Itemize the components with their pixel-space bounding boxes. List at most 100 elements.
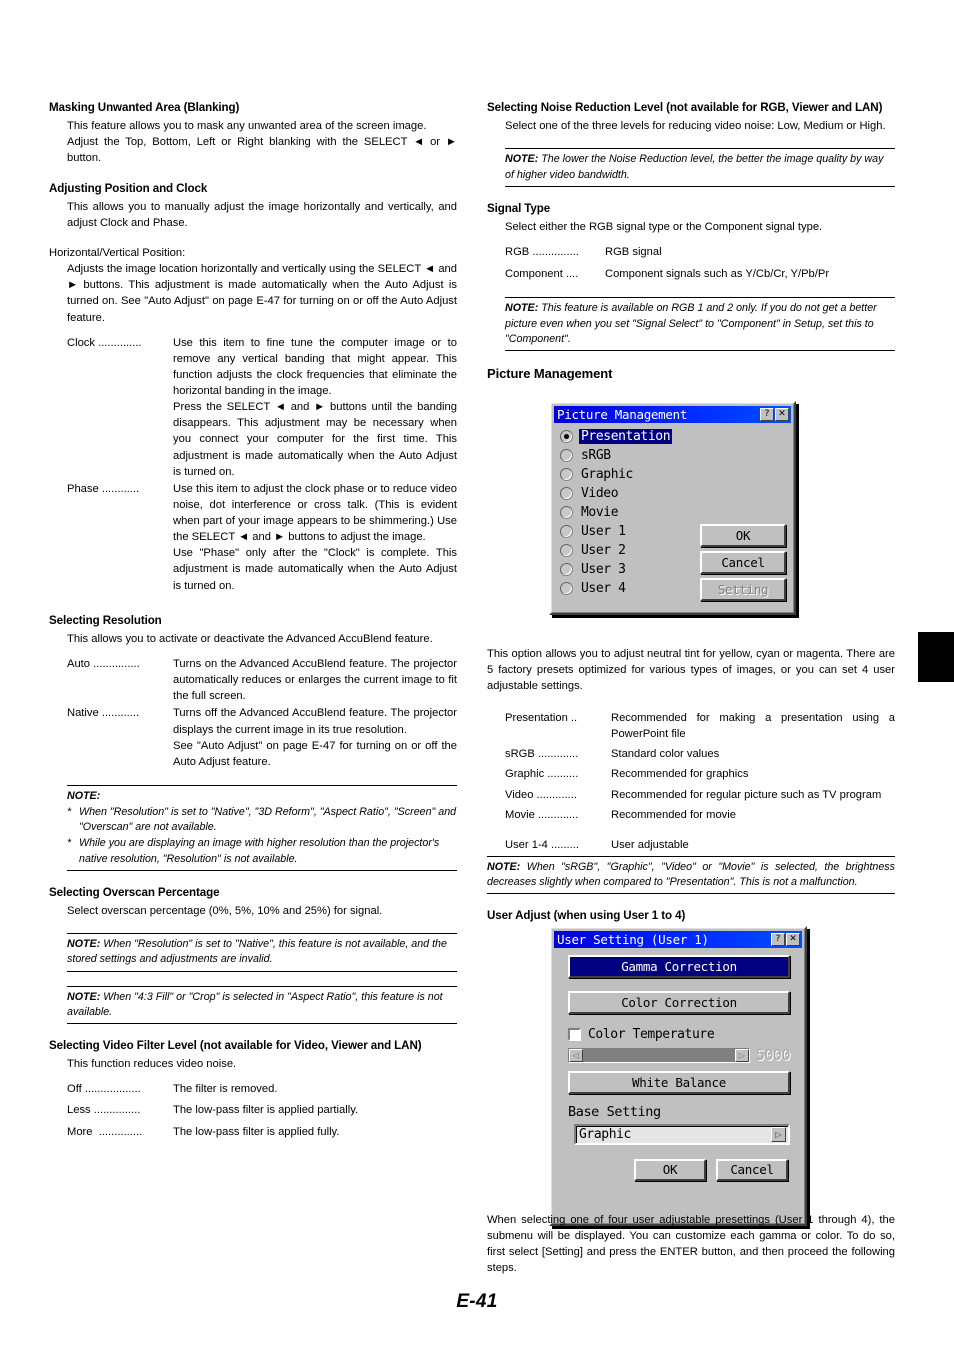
dialog-titlebar[interactable]: Picture Management ? ✕ [554,406,791,423]
radio-icon[interactable] [560,506,573,519]
selecting-resolution-paragraph: This allows you to activate or deactivat… [67,632,433,645]
gamma-correction-button[interactable]: Gamma Correction [568,955,790,978]
definition-row: Native ............ Turns off the Advanc… [67,705,457,770]
definition-term: RGB ............... [505,246,579,259]
base-setting-combobox[interactable]: Graphic ▷ [574,1124,790,1145]
checkbox-icon[interactable] [567,1027,582,1042]
note-label: NOTE: [487,861,521,873]
picture-management-dialog[interactable]: Picture Management ? ✕ Presentation sRGB [549,401,796,615]
note-label: NOTE: [505,302,539,315]
color-temperature-label: Color Temperature [588,1027,715,1042]
section-heading-user-adjust: User Adjust (when using User 1 to 4) [487,909,686,922]
definition-row: More .............. The low-pass filter … [67,1124,457,1140]
page-edge-tab-marker [918,632,954,682]
note-text: When "4:3 Fill" or "Crop" is selected in… [67,990,443,1018]
close-icon[interactable]: ✕ [786,933,800,946]
radio-label: sRGB [581,448,611,463]
color-temperature-checkbox-row[interactable]: Color Temperature [567,1027,790,1042]
radio-option-user-3[interactable]: User 3 [560,560,700,579]
slider-right-arrow-icon[interactable]: ▷ [734,1048,749,1062]
dialog-title: Picture Management [557,407,688,422]
section-heading-position-clock: Adjusting Position and Clock [49,181,208,195]
note-bullet: * While you are displaying an image with… [67,836,457,866]
section-heading-noise-reduction: Selecting Noise Reduction Level (not ava… [487,101,883,114]
setting-button[interactable]: Setting [700,578,786,601]
user-adjust-caption: When selecting one of four user adjustab… [487,1214,895,1275]
radio-icon[interactable] [560,430,573,443]
color-temperature-slider[interactable]: ◁ ▷ [568,1047,750,1063]
radio-icon[interactable] [560,468,573,481]
clock-phase-definitions: Clock .............. Use this item to fi… [67,335,457,594]
color-correction-button[interactable]: Color Correction [568,991,790,1014]
dialog-titlebar[interactable]: User Setting (User 1) ? ✕ [554,931,802,948]
radio-icon[interactable] [560,525,573,538]
definition-row: Presentation .. Recommended for making a… [505,710,895,742]
note-overscan-aspect: NOTE: When "4:3 Fill" or "Crop" is selec… [67,985,457,1024]
radio-option-video[interactable]: Video [560,484,700,503]
definition-row: Component .... Component signals such as… [505,266,895,282]
definition-row: Auto ............... Turns on the Advanc… [67,656,457,704]
definition-description: User adjustable [611,838,689,851]
note-text: The lower the Noise Reduction level, the… [505,153,884,181]
cancel-button[interactable]: Cancel [700,551,786,574]
cancel-button[interactable]: Cancel [716,1159,788,1181]
color-temperature-value: 5000 [755,1046,791,1064]
note-picture-management-wrap: NOTE: When "sRGB", "Graphic", "Video" or… [487,856,895,895]
definition-term: Graphic .......... [505,768,579,781]
ok-button[interactable]: OK [700,524,786,547]
radio-option-presentation[interactable]: Presentation [560,427,700,446]
radio-option-movie[interactable]: Movie [560,503,700,522]
white-balance-button[interactable]: White Balance [568,1071,790,1094]
picture-management-definitions: Presentation .. Recommended for making a… [487,710,895,854]
help-icon[interactable]: ? [771,933,785,946]
dialog-inner-frame: User Setting (User 1) ? ✕ Gamma Correcti… [551,928,805,1224]
chevron-right-icon[interactable]: ▷ [771,1127,786,1142]
slider-track[interactable] [583,1048,735,1062]
definition-description: Standard color values [611,748,720,761]
radio-option-srgb[interactable]: sRGB [560,446,700,465]
video-filter-paragraph: This function reduces video noise. [67,1058,237,1071]
masking-paragraph-1: This feature allows you to mask any unwa… [67,120,427,133]
user-setting-dialog[interactable]: User Setting (User 1) ? ✕ Gamma Correcti… [549,926,807,1226]
help-icon[interactable]: ? [760,408,774,421]
close-icon[interactable]: ✕ [775,408,789,421]
definition-description: Turns off the Advanced AccuBlend feature… [173,707,457,768]
radio-icon[interactable] [560,582,573,595]
ok-button[interactable]: OK [634,1159,706,1181]
color-temperature-slider-row[interactable]: ◁ ▷ 5000 [568,1046,791,1064]
definition-description: The low-pass filter is applied fully. [173,1125,340,1138]
definition-description: The filter is removed. [173,1083,278,1096]
titlebar-buttons: ? ✕ [771,933,800,946]
definition-term: Movie ............. [505,808,579,821]
note-label: NOTE: [505,153,539,166]
radio-icon[interactable] [560,449,573,462]
titlebar-buttons: ? ✕ [760,408,789,421]
dialog-footer: OK Cancel [568,1159,790,1181]
radio-label: User 3 [581,562,626,577]
radio-option-user-1[interactable]: User 1 [560,522,700,541]
radio-icon[interactable] [560,544,573,557]
definition-description: Recommended for graphics [611,768,749,781]
note-text: When "Resolution" is set to "Native", "3… [79,806,457,834]
note-label: NOTE: [67,990,101,1003]
radio-option-user-2[interactable]: User 2 [560,541,700,560]
definition-row: Phase ............ Use this item to adju… [67,481,457,594]
definition-term: More .............. [67,1125,143,1138]
definition-term: sRGB ............. [505,748,579,761]
note-text: When "sRGB", "Graphic", "Video" or "Movi… [487,861,895,889]
radio-option-graphic[interactable]: Graphic [560,465,700,484]
definition-description: Recommended for regular picture such as … [611,788,882,801]
radio-icon[interactable] [560,563,573,576]
slider-left-arrow-icon[interactable]: ◁ [569,1048,583,1062]
radio-option-user-4[interactable]: User 4 [560,579,700,598]
bullet-star-icon: * [67,806,72,819]
bullet-star-icon: * [67,837,72,850]
radio-icon[interactable] [560,487,573,500]
